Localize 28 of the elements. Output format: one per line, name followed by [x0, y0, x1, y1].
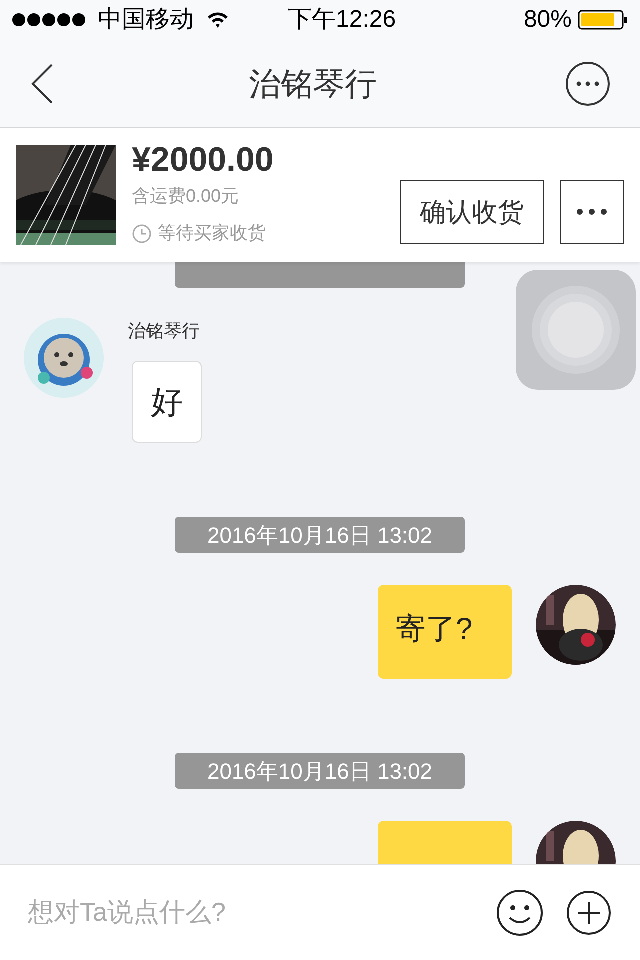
emoji-button[interactable]: [496, 888, 544, 936]
message-bubble: 好: [132, 361, 202, 443]
confirm-receipt-button[interactable]: 确认收货: [400, 180, 544, 244]
message-bubble: 寄了?: [378, 585, 512, 679]
sender-name: 治铭琴行: [128, 320, 201, 343]
wifi-icon: [206, 11, 230, 29]
timestamp-pill: 2016年10月16日 13:02: [175, 517, 465, 553]
back-chevron-icon: [30, 62, 54, 104]
cat-avatar-icon: [24, 318, 104, 398]
more-button[interactable]: [566, 62, 610, 106]
more-options-button[interactable]: [560, 180, 624, 244]
more-icon: [576, 208, 608, 216]
clock: 下午12:26: [288, 5, 396, 35]
clock-icon: [132, 224, 152, 244]
order-status: 等待买家收货: [158, 222, 266, 246]
price: ¥2000.00: [132, 140, 274, 181]
battery-percent: 80%: [524, 5, 572, 35]
chat-title: 治铭琴行: [248, 64, 378, 104]
more-icon: [576, 80, 600, 86]
assistive-touch-icon: [531, 285, 621, 375]
plus-icon: [566, 890, 612, 936]
shipping-fee: 含运费0.00元: [132, 185, 240, 208]
timestamp-pill: 2016年10月16日 13:02: [175, 753, 465, 789]
carrier-name: 中国移动: [98, 5, 194, 35]
add-button[interactable]: [566, 890, 612, 936]
smiley-icon: [496, 888, 544, 936]
signal-icon: [12, 13, 86, 27]
battery-icon: [578, 10, 628, 30]
